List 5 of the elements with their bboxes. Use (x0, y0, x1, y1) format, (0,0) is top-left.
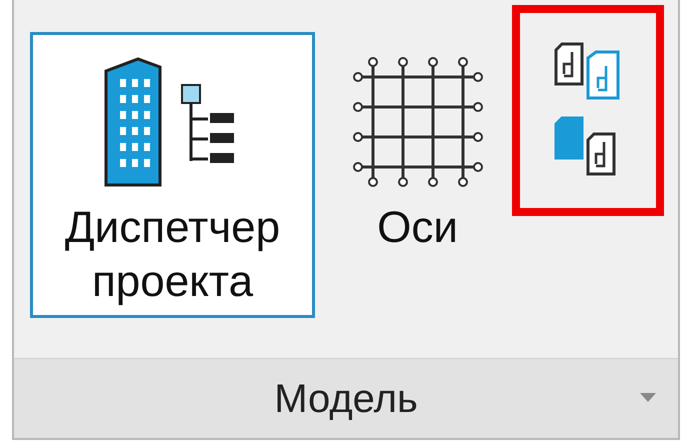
panel-title: Модель (274, 376, 418, 422)
ribbon-button[interactable]: Диспетчер проекта (30, 32, 315, 318)
ribbon-button[interactable]: Оси (335, 32, 500, 318)
grid-icon (352, 57, 482, 187)
dropdown-arrow-icon[interactable] (640, 393, 656, 402)
